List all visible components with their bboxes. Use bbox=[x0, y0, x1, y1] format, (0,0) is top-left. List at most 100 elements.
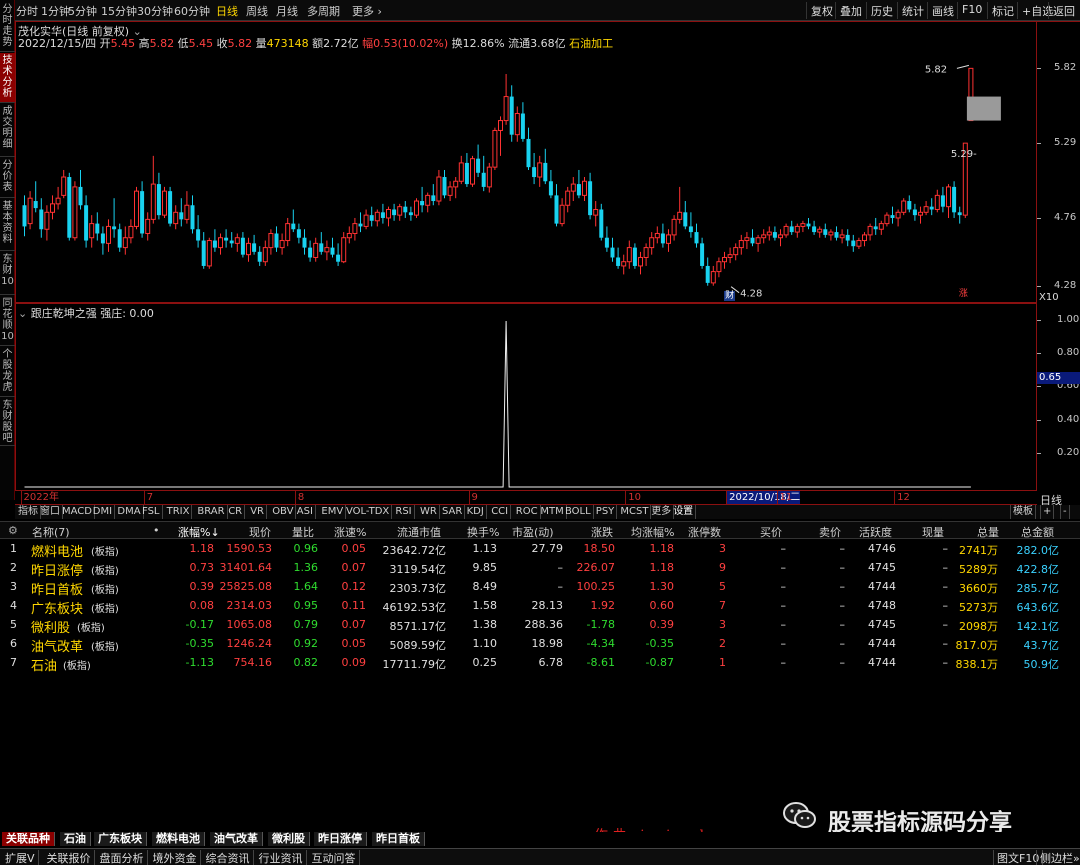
indicator-tab-right-2[interactable]: - bbox=[1060, 505, 1070, 519]
indicator-tab-3[interactable]: DMI bbox=[91, 505, 116, 519]
period-tab-5[interactable]: 60分钟 bbox=[174, 3, 210, 19]
status-tab-5[interactable]: 行业资讯 bbox=[256, 850, 307, 865]
block-tab-1[interactable]: 石油 bbox=[60, 832, 91, 846]
kline-chart-area[interactable]: 茂化实华(日线 前复权) ⌄ 2022/12/15/四 开5.45 高5.82 … bbox=[15, 21, 1037, 303]
left-tab-0[interactable]: 分时走势 bbox=[0, 2, 15, 52]
indicator-tab-right-0[interactable]: 模板 bbox=[1010, 505, 1036, 519]
column-header-6[interactable]: 流通市值 bbox=[397, 524, 441, 540]
left-tab-1[interactable]: 技术分析 bbox=[0, 53, 15, 103]
column-header-17[interactable]: 总金额 bbox=[1021, 524, 1054, 540]
left-tab-2[interactable]: 成交明细 bbox=[0, 104, 15, 157]
table-row[interactable]: 5 微利股 (板指) -0.17 1065.08 0.79 0.07 8571.17亿 1.38… bbox=[0, 616, 1080, 636]
left-tab-4[interactable]: 基本资料 bbox=[0, 199, 15, 251]
candle bbox=[414, 198, 419, 218]
indicator-tab-6[interactable]: TRIX bbox=[165, 505, 193, 519]
indicator-chart-area[interactable]: ⌄ 跟庄乾坤之强 强庄: 0.00 bbox=[15, 303, 1037, 491]
block-tab-5[interactable]: 微利股 bbox=[268, 832, 310, 846]
indicator-tab-17[interactable]: KDJ bbox=[465, 505, 487, 519]
status-tab-3[interactable]: 境外资金 bbox=[150, 850, 201, 865]
indicator-tab-22[interactable]: PSY bbox=[594, 505, 618, 519]
status-tab-2[interactable]: 盘面分析 bbox=[97, 850, 148, 865]
period-tab-7[interactable]: 周线 bbox=[246, 3, 268, 19]
status-right-1[interactable]: 侧边栏» bbox=[1036, 850, 1080, 865]
toolbar-button-3[interactable]: 统计 bbox=[897, 2, 928, 19]
indicator-tab-14[interactable]: RSI bbox=[393, 505, 415, 519]
period-tab-8[interactable]: 月线 bbox=[276, 3, 298, 19]
block-tab-7[interactable]: 昨日首板 bbox=[372, 832, 425, 846]
indicator-tab-15[interactable]: WR bbox=[418, 505, 440, 519]
period-tab-2[interactable]: 5分钟 bbox=[68, 3, 97, 19]
board-tag: (板指) bbox=[91, 604, 119, 615]
candle bbox=[750, 229, 755, 247]
indicator-tab-right-1[interactable]: + bbox=[1040, 505, 1055, 519]
left-tab-7[interactable]: 个股龙虎 bbox=[0, 347, 15, 397]
indicator-tab-5[interactable]: FSL bbox=[140, 505, 163, 519]
status-tab-6[interactable]: 互动问答 bbox=[309, 850, 360, 865]
toolbar-button-8[interactable]: 返回 bbox=[1048, 2, 1079, 19]
block-tab-2[interactable]: 广东板块 bbox=[94, 832, 147, 846]
status-tab-0[interactable]: 扩展V bbox=[2, 850, 39, 865]
column-header-1[interactable]: • bbox=[153, 524, 160, 537]
column-header-12[interactable]: 买价 bbox=[760, 524, 782, 540]
column-header-4[interactable]: 量比 bbox=[292, 524, 314, 540]
indicator-tab-10[interactable]: OBV bbox=[270, 505, 297, 519]
period-tab-0[interactable]: 分时 bbox=[16, 3, 38, 19]
indicator-tab-16[interactable]: SAR bbox=[440, 505, 466, 519]
period-tab-4[interactable]: 30分钟 bbox=[137, 3, 173, 19]
table-row[interactable]: 4 广东板块 (板指) 0.08 2314.03 0.95 0.11 46192.53亿 1.5… bbox=[0, 597, 1080, 617]
column-header-16[interactable]: 总量 bbox=[977, 524, 999, 540]
toolbar-button-1[interactable]: 叠加 bbox=[835, 2, 866, 19]
indicator-tab-12[interactable]: EMV bbox=[319, 505, 347, 519]
column-header-7[interactable]: 换手% bbox=[467, 524, 499, 540]
period-tab-3[interactable]: 15分钟 bbox=[101, 3, 137, 19]
finance-badge[interactable]: 财 bbox=[724, 291, 736, 301]
indicator-tab-11[interactable]: ASI bbox=[295, 505, 316, 519]
indicator-tab-9[interactable]: VR bbox=[248, 505, 267, 519]
column-header-8[interactable]: 市盈(动) bbox=[512, 524, 554, 540]
toolbar-button-0[interactable]: 复权 bbox=[806, 2, 837, 19]
column-header-13[interactable]: 卖价 bbox=[819, 524, 841, 540]
indicator-tab-8[interactable]: CR bbox=[226, 505, 246, 519]
indicator-tab-7[interactable]: BRAR bbox=[195, 505, 228, 519]
column-header-0[interactable]: 名称(7) bbox=[32, 524, 70, 540]
indicator-tab-19[interactable]: ROC bbox=[514, 505, 541, 519]
column-header-9[interactable]: 涨跌 bbox=[591, 524, 613, 540]
indicator-tab-21[interactable]: BOLL bbox=[563, 505, 594, 519]
left-tab-5[interactable]: 东财10 bbox=[0, 252, 15, 295]
toolbar-button-5[interactable]: F10 bbox=[957, 2, 986, 19]
period-tab-6[interactable]: 日线 bbox=[216, 3, 238, 19]
block-tab-0[interactable]: 关联品种 bbox=[2, 832, 55, 846]
block-tab-6[interactable]: 昨日涨停 bbox=[314, 832, 367, 846]
table-row[interactable]: 3 昨日首板 (板指) 0.39 25825.08 1.64 0.12 2303.73亿 8.4… bbox=[0, 578, 1080, 598]
indicator-tab-25[interactable]: 设置 bbox=[671, 505, 697, 519]
gear-icon[interactable]: ⚙ bbox=[8, 524, 18, 537]
column-header-10[interactable]: 均涨幅% bbox=[631, 524, 674, 540]
column-header-2[interactable]: 涨幅%↓ bbox=[178, 524, 220, 540]
status-tab-1[interactable]: 关联报价 bbox=[44, 850, 95, 865]
column-header-5[interactable]: 涨速% bbox=[334, 524, 366, 540]
period-tab-10[interactable]: 更多 › bbox=[352, 3, 382, 19]
status-tab-4[interactable]: 综合资讯 bbox=[203, 850, 254, 865]
left-tab-3[interactable]: 分价表 bbox=[0, 158, 15, 198]
table-row[interactable]: 2 昨日涨停 (板指) 0.73 31401.64 1.36 0.07 3119.54亿 9.8… bbox=[0, 559, 1080, 579]
left-tab-6[interactable]: 同花顺10 bbox=[0, 296, 15, 346]
block-tab-4[interactable]: 油气改革 bbox=[210, 832, 263, 846]
table-row[interactable]: 7 石油 (板指) -1.13 754.16 0.82 0.09 17711.79亿 0.25 6… bbox=[0, 654, 1080, 674]
column-header-3[interactable]: 现价 bbox=[249, 524, 271, 540]
table-row[interactable]: 6 油气改革 (板指) -0.35 1246.24 0.92 0.05 5089.59亿 1.1… bbox=[0, 635, 1080, 655]
toolbar-button-2[interactable]: 历史 bbox=[866, 2, 897, 19]
column-header-11[interactable]: 涨停数 bbox=[688, 524, 721, 540]
indicator-tab-13[interactable]: VOL-TDX bbox=[344, 505, 393, 519]
indicator-tab-23[interactable]: MCST bbox=[618, 505, 652, 519]
column-header-15[interactable]: 现量 bbox=[922, 524, 944, 540]
toolbar-button-6[interactable]: 标记 bbox=[987, 2, 1018, 19]
indicator-tab-2[interactable]: MACD bbox=[60, 505, 95, 519]
period-tab-9[interactable]: 多周期 bbox=[307, 3, 340, 19]
column-header-14[interactable]: 活跃度 bbox=[859, 524, 892, 540]
block-tab-3[interactable]: 燃料电池 bbox=[152, 832, 205, 846]
indicator-tab-18[interactable]: CCI bbox=[489, 505, 512, 519]
left-tab-8[interactable]: 东财股吧 bbox=[0, 398, 15, 446]
period-tab-1[interactable]: 1分钟 bbox=[41, 3, 70, 19]
table-row[interactable]: 1 燃料电池 (板指) 1.18 1590.53 0.96 0.05 23642.72亿 1.1… bbox=[0, 540, 1080, 560]
toolbar-button-4[interactable]: 画线 bbox=[927, 2, 958, 19]
